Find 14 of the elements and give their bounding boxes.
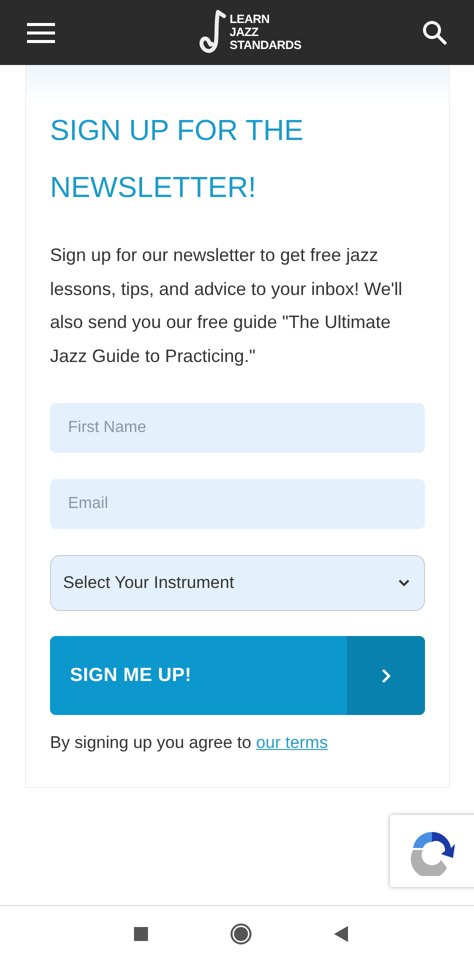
- recaptcha-badge[interactable]: [390, 815, 474, 887]
- newsletter-description: Sign up for our newsletter to get free jazz lessons, tips, and advice to your inbox! We'll also send you our free guide "The Ultimate Jazz Guide to Practicing.": [50, 244, 404, 368]
- home-icon[interactable]: [230, 923, 252, 945]
- text-field[interactable]: Email: [50, 479, 425, 529]
- back-icon[interactable]: [334, 926, 348, 942]
- terms-text: By signing up you agree to: [50, 733, 252, 752]
- logo-text[interactable]: LEARN JAZZ STANDARDS: [230, 13, 302, 52]
- text-field[interactable]: First Name: [50, 403, 425, 453]
- search-icon[interactable]: [422, 20, 448, 46]
- newsletter-heading: SIGN UP FOR THE NEWSLETTER!: [50, 114, 305, 206]
- menu-icon[interactable]: [27, 22, 55, 42]
- instrument-dropdown[interactable]: Select Your Instrument: [50, 555, 425, 611]
- chevron-down-icon: [398, 579, 410, 587]
- chevron-right-icon: [381, 668, 391, 684]
